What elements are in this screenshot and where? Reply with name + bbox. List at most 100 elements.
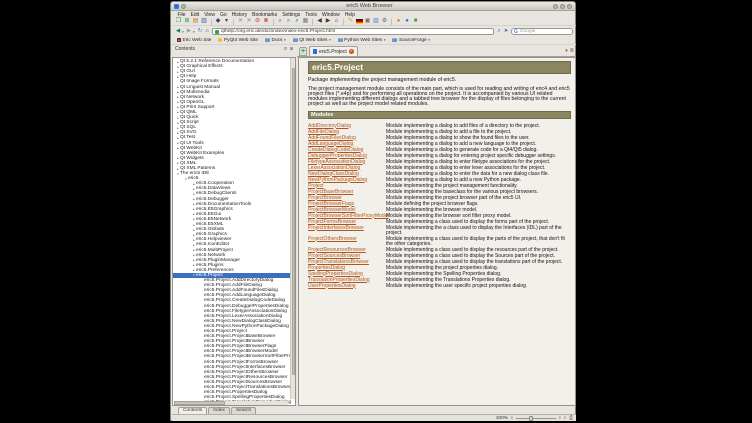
bookmark-label: Eric Web Site (183, 38, 212, 43)
module-row: PropertiesDialogModule implementing the … (308, 266, 571, 271)
module-link[interactable]: CreateDialogCodeDialog (308, 148, 386, 153)
module-link[interactable]: AddDirectoryDialog (308, 124, 386, 129)
maximize-button[interactable] (560, 4, 565, 9)
search-input[interactable]: G Google (511, 28, 573, 35)
home-button[interactable]: ⌂ (204, 28, 210, 35)
stop-all-icon[interactable]: ⊗ (263, 18, 270, 25)
new-tab-icon[interactable]: ⊞ (184, 18, 191, 25)
bookmark-add-icon[interactable]: ◆ (215, 18, 222, 25)
fullscreen-icon[interactable]: ▦ (302, 18, 309, 25)
bookmark-pyqt4-web-site[interactable]: PyQt4 Web Site (218, 38, 258, 43)
module-link[interactable]: NewDialogClassDialog (308, 172, 386, 177)
language-de-flag-icon[interactable] (356, 19, 363, 24)
forward-history-icon[interactable]: ▶ (325, 18, 332, 25)
bookmark-sourceforge[interactable]: SourceForge▾ (392, 38, 430, 43)
zoom-reset-icon[interactable]: ⌕ (564, 416, 567, 421)
tab-close-icon[interactable]: ✕ (349, 49, 354, 54)
module-description: Module implementing a dialog to generate… (386, 148, 571, 153)
module-link[interactable]: ProjectBrowserModel (308, 208, 386, 213)
feeds-icon[interactable]: ▥ (373, 18, 380, 25)
bookmark-docs[interactable]: Docs▾ (265, 38, 286, 43)
open-file-icon[interactable]: ▤ (192, 18, 199, 25)
tab-eric5-project[interactable]: eric5.Project ✕ (309, 46, 358, 56)
zoom-reset-icon[interactable]: ⌕ (294, 18, 301, 25)
close-button[interactable] (567, 4, 572, 9)
zoom-slider-handle[interactable] (529, 416, 533, 421)
edit-icon[interactable]: ✎ (347, 18, 354, 25)
module-link[interactable]: ProjectFormsBrowser (308, 220, 386, 225)
module-link[interactable]: DebuggerPropertiesDialog (308, 154, 386, 159)
module-link[interactable]: ProjectBrowserFlags (308, 202, 386, 207)
help-contents-icon[interactable]: ● (404, 18, 411, 25)
back-history-icon[interactable]: ◀ (316, 18, 323, 25)
module-link[interactable]: AddFileDialog (308, 130, 386, 135)
module-link[interactable]: NewPythonPackageDialog (308, 178, 386, 183)
module-link[interactable]: TranslationPropertiesDialog (308, 278, 386, 283)
document-pane[interactable]: eric5.Project Package implementing the p… (298, 57, 576, 406)
new-tab-button[interactable]: + (299, 47, 307, 56)
window-menu-button[interactable] (181, 4, 186, 9)
google-logo-icon: G (514, 29, 518, 35)
contents-dock-header: Contents ⊡ ⊠ (172, 45, 297, 57)
module-link[interactable]: ProjectInterfacesBrowser (308, 226, 386, 236)
close-tab-icon[interactable]: ✕ (237, 18, 244, 25)
module-link[interactable]: FiletypeAssociationDialog (308, 160, 386, 165)
bookmark-qt-web-sites[interactable]: Qt Web Sites▾ (293, 38, 331, 43)
url-input[interactable]: qthelp://org.eric.ide/doc/index/index-er… (212, 28, 494, 35)
sidebar-tab-index[interactable]: Index (208, 407, 230, 414)
page-favicon (215, 30, 219, 34)
module-link[interactable]: SpellingPropertiesDialog (308, 272, 386, 277)
dock-float-button[interactable]: ⊡ (283, 46, 288, 51)
window-titlebar[interactable]: eric5 Web Browser (171, 2, 575, 11)
search-engine-button[interactable]: ⌕ (496, 28, 502, 35)
bookmarks-menu-icon[interactable]: ▾ (223, 18, 230, 25)
zoom-out-icon[interactable]: ⌕ (285, 18, 292, 25)
sidebar-tab-search[interactable]: Search (231, 407, 256, 414)
python-docs-icon[interactable]: ■ (412, 18, 419, 25)
tab-list-dropdown-icon[interactable]: ▾ (565, 49, 568, 54)
module-link[interactable]: ProjectBrowserSortFilterProxyModel (308, 214, 386, 219)
module-link[interactable]: ProjectBaseBrowser (308, 190, 386, 195)
tab-menu-icon[interactable]: ≣ (570, 49, 574, 54)
eric-home-icon[interactable]: ● (395, 18, 402, 25)
home-icon[interactable]: ⌂ (333, 18, 340, 25)
forward-button[interactable]: ▶ (186, 28, 192, 35)
module-link[interactable]: AddLanguageDialog (308, 142, 386, 147)
clipboard-icon[interactable]: ▣ (364, 18, 371, 25)
module-link[interactable]: UserPropertiesDialog (308, 284, 386, 289)
zoom-in-icon[interactable]: ⌕ (277, 18, 284, 25)
reload-button[interactable]: ↻ (197, 28, 203, 35)
module-link[interactable]: ProjectResourcesBrowser (308, 248, 386, 253)
tree-horizontal-scrollbar[interactable] (174, 401, 288, 405)
back-button[interactable]: ◀ (175, 28, 181, 35)
zoom-out-icon[interactable]: ⌕ (511, 416, 514, 421)
module-link[interactable]: LexerAssociationDialog (308, 166, 386, 171)
save-file-icon[interactable]: ▥ (201, 18, 208, 25)
bookmark-eric-web-site[interactable]: eEric Web Site (177, 38, 211, 43)
module-link[interactable]: ProjectBrowser (308, 196, 386, 201)
module-link[interactable]: AddFoundFilesDialog (308, 136, 386, 141)
print-icon[interactable]: ⎙ (569, 416, 573, 421)
module-link[interactable]: ProjectSourcesBrowser (308, 254, 386, 259)
minimize-button[interactable] (553, 4, 558, 9)
module-link[interactable]: ProjectTranslationsBrowser (308, 260, 386, 265)
sidebar-tab-contents[interactable]: Contents (178, 407, 207, 414)
stop-load-icon[interactable]: ⊘ (254, 18, 261, 25)
zoom-slider[interactable] (516, 418, 556, 419)
zoom-in-icon[interactable]: ⌕ (558, 416, 561, 421)
status-bar: 100% ⌕ ⌕ ⌕ ⎙ (172, 414, 576, 421)
preferences-gear-icon[interactable]: ⚙ (381, 18, 388, 25)
new-window-icon[interactable]: ❐ (175, 18, 182, 25)
module-link[interactable]: Project (308, 184, 386, 189)
dock-close-button[interactable]: ⊠ (289, 46, 294, 51)
bookmark-python-web-sites[interactable]: Python Web Sites▾ (338, 38, 386, 43)
module-link[interactable]: PropertiesDialog (308, 266, 386, 271)
close-window-icon[interactable]: ✕ (246, 18, 253, 25)
back-dropdown[interactable]: ▾ (182, 30, 185, 34)
tree-hscroll-handle[interactable] (174, 401, 225, 405)
go-button[interactable]: ➤ (503, 28, 509, 35)
tree-vscroll-handle[interactable] (292, 68, 295, 375)
module-link[interactable]: ProjectOthersBrowser (308, 237, 386, 247)
tree-vertical-scrollbar[interactable] (290, 58, 295, 399)
forward-dropdown[interactable]: ▾ (193, 30, 196, 34)
